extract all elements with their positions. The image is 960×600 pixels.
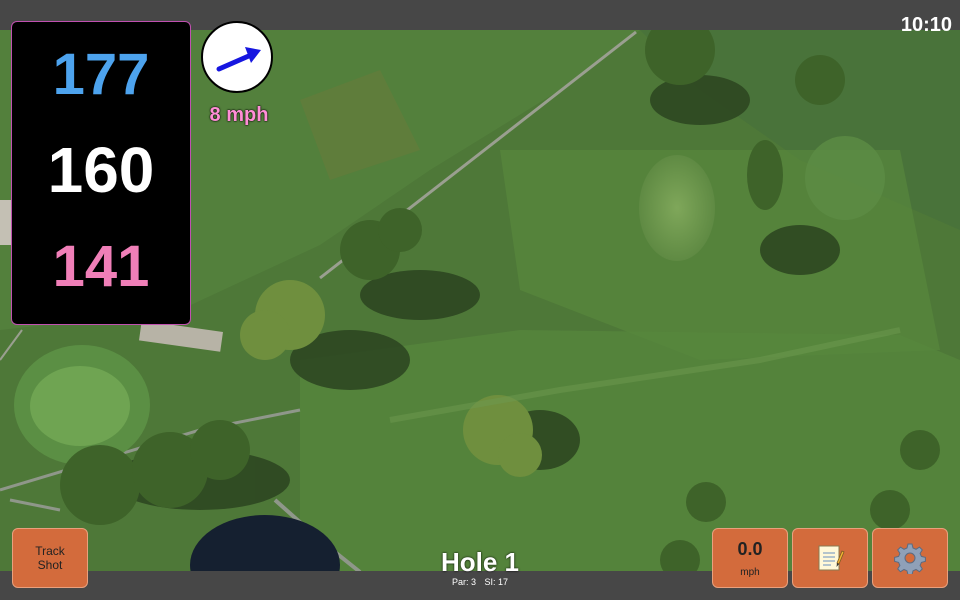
settings-button[interactable] [872,528,948,588]
speed-unit: mph [740,567,760,578]
hole-meta: Par: 3 SI: 17 [380,577,580,587]
speed-button[interactable]: 0.0 mph [712,528,788,588]
notepad-icon [818,545,845,571]
golf-gps-screen: 10:10 177 160 141 8 mph Track Shot Hole … [0,0,960,600]
speed-value: 0.0 [737,539,763,559]
notes-button[interactable] [792,528,868,588]
wind-arrow-icon [216,47,261,72]
gear-icon [894,543,926,574]
front-yardage: 141 [52,234,150,299]
track-shot-button[interactable]: Track Shot [12,528,88,588]
yardage-panel: 177 160 141 [11,21,191,325]
track-shot-label-line2: Shot [37,558,63,572]
hole-info: Hole 1 Par: 3 SI: 17 [380,549,580,587]
hole-par: Par: 3 [451,577,476,587]
hole-title: Hole 1 [440,547,520,577]
back-yardage: 177 [52,42,150,107]
hole-stroke-index: SI: 17 [484,577,509,587]
track-shot-label-line1: Track [35,544,65,558]
middle-yardage: 160 [47,134,155,206]
wind-speed: 8 mph [209,104,269,126]
wind-direction-dial [201,21,273,93]
clock: 10:10 [900,14,952,36]
